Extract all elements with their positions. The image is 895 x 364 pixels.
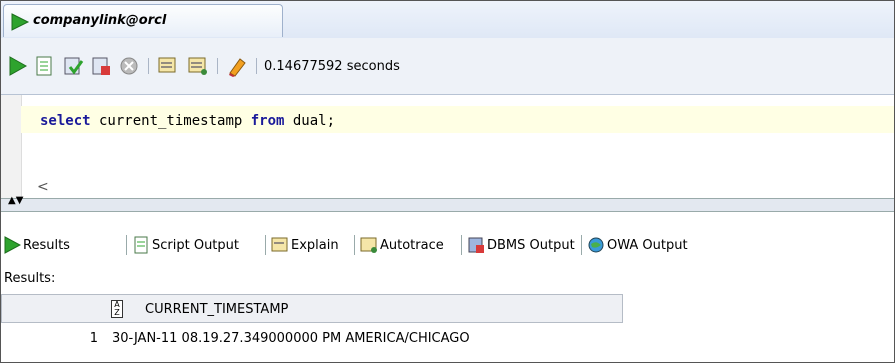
- sql-identifier: dual;: [284, 113, 336, 129]
- results-label: Results:: [4, 271, 56, 286]
- connection-title: companylink@orcl: [33, 13, 167, 28]
- splitter-arrows-icon[interactable]: ▲▼: [8, 196, 23, 206]
- sql-identifier: current_timestamp: [90, 113, 251, 129]
- editor-gutter: [1, 95, 22, 199]
- sql-statement: select current_timestamp from dual;: [40, 113, 335, 129]
- run-statement-icon[interactable]: [6, 55, 28, 77]
- tab-separator: [461, 235, 462, 255]
- tab-explain[interactable]: Explain: [271, 233, 339, 257]
- owa-output-icon: [588, 237, 604, 253]
- sort-az-icon[interactable]: AZ: [111, 300, 123, 318]
- tab-label: OWA Output: [607, 237, 688, 253]
- run-script-icon[interactable]: [33, 55, 55, 77]
- toolbar-separator: [217, 58, 218, 74]
- column-header[interactable]: CURRENT_TIMESTAMP: [145, 302, 288, 317]
- tab-separator: [581, 235, 582, 255]
- table-row[interactable]: 1 30-JAN-11 08.19.27.349000000 PM AMERIC…: [1, 323, 894, 349]
- autotrace-icon[interactable]: [187, 55, 209, 77]
- tab-separator: [265, 235, 266, 255]
- tab-label: Script Output: [152, 237, 239, 253]
- tab-dbms-output[interactable]: DBMS Output: [467, 233, 575, 257]
- sql-editor[interactable]: select current_timestamp from dual; <: [1, 94, 894, 199]
- tab-label: DBMS Output: [487, 237, 575, 253]
- commit-icon[interactable]: [62, 55, 84, 77]
- scroll-left-icon[interactable]: <: [37, 179, 49, 195]
- cancel-icon[interactable]: [118, 55, 140, 77]
- current-line: select current_timestamp from dual;: [21, 106, 894, 133]
- script-output-icon: [134, 236, 148, 254]
- tab-separator: [126, 235, 127, 255]
- worksheet-toolbar: 0.14677592 seconds: [1, 38, 894, 94]
- sql-keyword: from: [250, 113, 285, 129]
- toolbar-separator: [256, 58, 257, 74]
- sql-keyword: select: [40, 113, 91, 129]
- tab-label: Results: [23, 237, 70, 253]
- explain-icon: [271, 237, 288, 252]
- dbms-output-icon: [468, 237, 484, 253]
- tab-results[interactable]: Results: [3, 233, 70, 257]
- clear-icon[interactable]: [226, 55, 248, 77]
- pane-splitter[interactable]: ▲▼: [1, 196, 894, 212]
- sql-tuning-icon[interactable]: [157, 55, 179, 77]
- tab-label: Explain: [291, 237, 339, 253]
- tab-script-output[interactable]: Script Output: [132, 233, 239, 257]
- tab-label: Autotrace: [380, 237, 444, 253]
- toolbar-separator: [148, 58, 149, 74]
- rollback-icon[interactable]: [90, 55, 112, 77]
- grid-header[interactable]: AZ CURRENT_TIMESTAMP: [1, 294, 623, 323]
- play-icon: [4, 236, 21, 254]
- run-icon: [11, 13, 30, 31]
- execution-time: 0.14677592 seconds: [264, 59, 400, 74]
- row-number: 1: [89, 331, 98, 346]
- tab-separator: [354, 235, 355, 255]
- autotrace-icon: [360, 237, 377, 253]
- tab-owa-output[interactable]: OWA Output: [587, 233, 688, 257]
- connection-tab[interactable]: companylink@orcl: [3, 4, 283, 37]
- worksheet-window: companylink@orcl 0.14677592 seconds sele…: [0, 0, 895, 363]
- output-tabs: Results Script Output Explain Autotrace …: [1, 223, 894, 263]
- tab-autotrace[interactable]: Autotrace: [360, 233, 444, 257]
- timestamp-cell[interactable]: 30-JAN-11 08.19.27.349000000 PM AMERICA/…: [112, 331, 470, 346]
- results-grid: AZ CURRENT_TIMESTAMP 1 30-JAN-11 08.19.2…: [1, 294, 894, 364]
- connection-tabstrip: companylink@orcl: [1, 1, 894, 39]
